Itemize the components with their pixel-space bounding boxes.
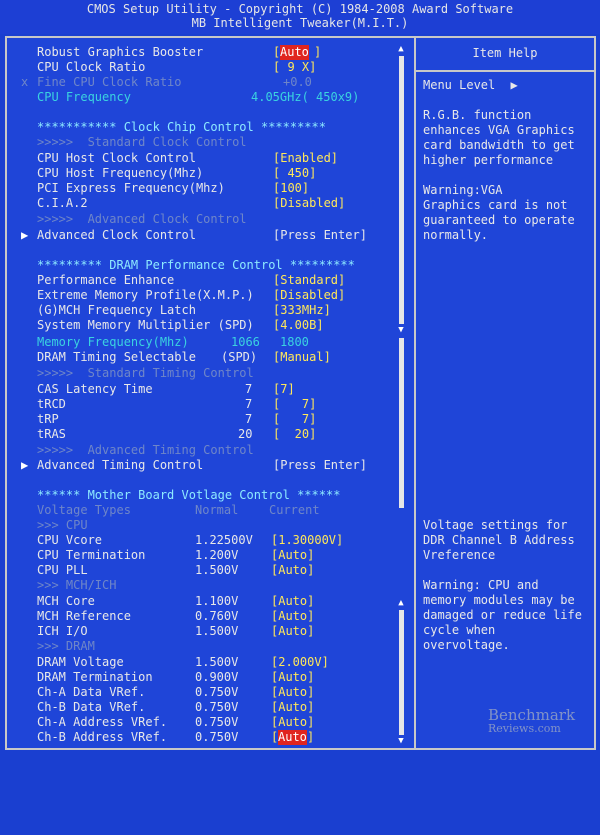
header-subtitle: MB Intelligent Tweaker(M.I.T.) xyxy=(191,16,409,30)
setting-cpu-host-clock-control[interactable]: CPU Host Clock Control [Enabled] xyxy=(7,151,407,166)
help-warning: Warning:VGA Graphics card is not guarant… xyxy=(423,183,575,242)
submenu-arrow-icon: ▶ xyxy=(21,458,29,472)
scrollbar-track-middle[interactable] xyxy=(399,338,404,508)
setting-system-memory-multiplier[interactable]: System Memory Multiplier (SPD) [4.00B] xyxy=(7,318,407,333)
menu-level: Menu Level ▶ xyxy=(423,78,518,92)
voltage-column-headers: Voltage Types Normal Current xyxy=(37,503,320,517)
help-description-voltage: Voltage settings for DDR Channel B Addre… xyxy=(423,518,575,562)
info-memory-frequency: Memory Frequency(Mhz) 1066 1800 xyxy=(37,335,309,349)
scrollbar-track-top[interactable] xyxy=(399,56,404,324)
setting-trp[interactable]: tRP 7 [ 7] xyxy=(7,412,407,427)
setting-robust-graphics-booster[interactable]: Robust Graphics Booster [ Auto ] xyxy=(7,45,407,60)
subsection-standard-timing: >>>>> Standard Timing Control xyxy=(37,366,254,380)
setting-cas-latency[interactable]: CAS Latency Time 7 [7] xyxy=(7,382,407,397)
settings-panel: Robust Graphics Booster [ Auto ] CPU Clo… xyxy=(7,38,414,748)
scrollbar-track-bottom[interactable] xyxy=(399,610,404,735)
setting-pci-express-frequency[interactable]: PCI Express Frequency(Mhz) [100] xyxy=(7,181,407,196)
group-mch-ich: >>> MCH/ICH xyxy=(37,578,117,592)
setting-value[interactable]: [ 9 X] xyxy=(273,60,316,75)
section-dram-performance: ********* DRAM Performance Control *****… xyxy=(37,258,355,272)
subsection-advanced-clock: >>>>> Advanced Clock Control xyxy=(37,212,247,226)
scroll-down-arrow-icon[interactable]: ▼ xyxy=(395,325,407,335)
scroll-down-arrow-icon-lower[interactable]: ▼ xyxy=(395,736,407,746)
setting-tras[interactable]: tRAS 20 [ 20] xyxy=(7,427,407,442)
setting-ch-a-data-vref[interactable]: Ch-A Data VRef. 0.750V [Auto] xyxy=(7,685,407,700)
subsection-standard-clock: >>>>> Standard Clock Control xyxy=(37,135,247,149)
setting-cpu-host-frequency[interactable]: CPU Host Frequency(Mhz) [ 450] xyxy=(7,166,407,181)
group-cpu: >>> CPU xyxy=(37,518,88,532)
subsection-advanced-timing: >>>>> Advanced Timing Control xyxy=(37,443,254,457)
setting-xmp[interactable]: Extreme Memory Profile(X.M.P.) [Disabled… xyxy=(7,288,407,303)
help-description: R.G.B. function enhances VGA Graphics ca… xyxy=(423,108,575,167)
bios-frame: Robust Graphics Booster [ Auto ] CPU Clo… xyxy=(5,36,596,750)
item-help-title: Item Help xyxy=(472,46,538,60)
group-dram: >>> DRAM xyxy=(37,639,95,653)
panel-divider xyxy=(414,38,416,748)
section-clock-chip-control: *********** Clock Chip Control ********* xyxy=(37,120,326,134)
menu-level-arrow-icon: ▶ xyxy=(510,78,518,92)
setting-dram-voltage[interactable]: DRAM Voltage 1.500V [2.000V] xyxy=(7,655,407,670)
setting-dram-termination[interactable]: DRAM Termination 0.900V [Auto] xyxy=(7,670,407,685)
disabled-marker: x xyxy=(21,75,29,89)
setting-cpu-clock-ratio[interactable]: CPU Clock Ratio [ 9 X] xyxy=(7,60,407,75)
setting-value[interactable]: Auto xyxy=(278,730,307,745)
setting-dram-timing-selectable[interactable]: DRAM Timing Selectable (SPD) [Manual] xyxy=(7,350,407,365)
setting-ich-io[interactable]: ICH I/O 1.500V [Auto] xyxy=(7,624,407,639)
setting-performance-enhance[interactable]: Performance Enhance [Standard] xyxy=(7,273,407,288)
setting-label: Robust Graphics Booster xyxy=(37,45,204,59)
help-warning-voltage: Warning: CPU and memory modules may be d… xyxy=(423,578,582,652)
setting-fine-cpu-clock-ratio: x Fine CPU Clock Ratio +0.0 xyxy=(21,75,312,89)
setting-cia2[interactable]: C.I.A.2 [Disabled] xyxy=(7,196,407,211)
setting-ch-b-data-vref[interactable]: Ch-B Data VRef. 0.750V [Auto] xyxy=(7,700,407,715)
help-header-rule xyxy=(416,70,594,72)
window-header: CMOS Setup Utility - Copyright (C) 1984-… xyxy=(0,0,600,34)
setting-ch-a-address-vref[interactable]: Ch-A Address VRef. 0.750V [Auto] xyxy=(7,715,407,730)
submenu-advanced-clock-control[interactable]: ▶ Advanced Clock Control [Press Enter] xyxy=(7,228,407,243)
setting-cpu-termination[interactable]: CPU Termination 1.200V [Auto] xyxy=(7,548,407,563)
setting-value[interactable]: Auto xyxy=(280,45,309,60)
setting-trcd[interactable]: tRCD 7 [ 7] xyxy=(7,397,407,412)
scroll-up-arrow-icon[interactable]: ▲ xyxy=(395,44,407,54)
setting-mch-reference[interactable]: MCH Reference 0.760V [Auto] xyxy=(7,609,407,624)
setting-mch-core[interactable]: MCH Core 1.100V [Auto] xyxy=(7,594,407,609)
setting-cpu-vcore[interactable]: CPU Vcore 1.22500V [1.30000V] xyxy=(7,533,407,548)
submenu-advanced-timing-control[interactable]: ▶ Advanced Timing Control [Press Enter] xyxy=(7,458,407,473)
setting-mch-frequency-latch[interactable]: (G)MCH Frequency Latch [333MHz] xyxy=(7,303,407,318)
submenu-arrow-icon: ▶ xyxy=(21,228,29,242)
section-motherboard-voltage: ****** Mother Board Votlage Control ****… xyxy=(37,488,341,502)
info-cpu-frequency: CPU Frequency 4.05GHz( 450x9) xyxy=(37,90,360,104)
setting-cpu-pll[interactable]: CPU PLL 1.500V [Auto] xyxy=(7,563,407,578)
setting-ch-b-address-vref[interactable]: Ch-B Address VRef. 0.750V [ Auto ] xyxy=(7,730,407,745)
scroll-up-arrow-icon-lower[interactable]: ▲ xyxy=(395,598,407,608)
watermark-logo: Benchmark Reviews.com xyxy=(488,706,576,736)
header-title: CMOS Setup Utility - Copyright (C) 1984-… xyxy=(86,2,514,16)
